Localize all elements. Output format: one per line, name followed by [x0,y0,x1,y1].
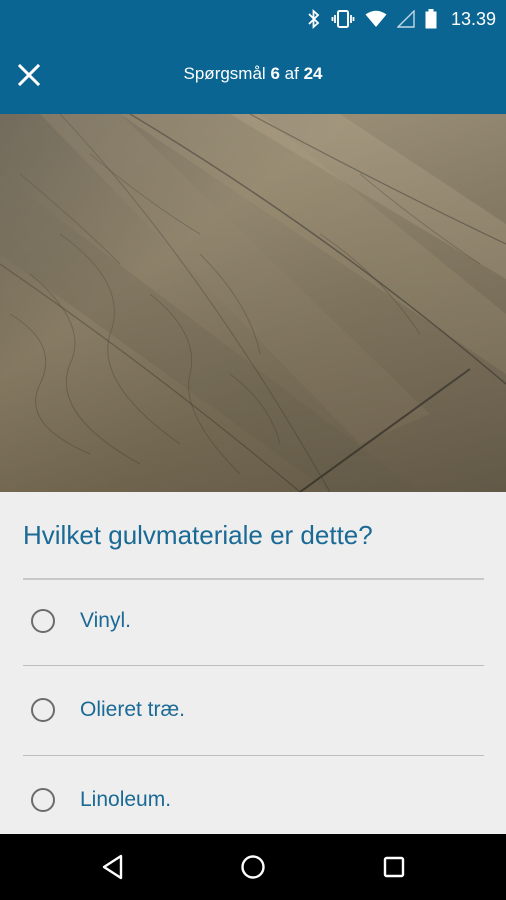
question-image [0,114,506,492]
counter-prefix: Spørgsmål [183,64,266,83]
recents-button[interactable] [379,852,409,882]
counter-total: 24 [303,64,323,83]
wifi-icon [365,10,387,28]
answer-option-3[interactable]: Linoleum. [23,756,484,844]
battery-icon [425,9,437,29]
answer-label: Linoleum. [80,788,172,811]
answer-option-1[interactable]: Vinyl. [23,577,484,665]
answer-label: Olieret træ. [80,698,186,721]
home-icon [238,855,268,886]
question-text: Hvilket gulvmateriale er dette? [23,520,373,550]
back-button[interactable] [99,852,129,882]
question-counter: Spørgsmål 6 af 24 [0,64,506,84]
status-time: 13.39 [450,8,496,29]
wooden-floor-photo [0,114,506,492]
signal-icon [396,10,415,28]
vibrate-icon [331,9,355,29]
answer-option-2[interactable]: Olieret træ. [23,666,484,754]
radio-button[interactable] [31,609,55,633]
status-icons: 13.39 [307,0,496,38]
home-button[interactable] [238,852,268,882]
system-nav-bar [0,834,506,900]
radio-button[interactable] [31,788,55,812]
bluetooth-icon [307,9,321,29]
app-bar: Spørgsmål 6 af 24 [0,38,506,114]
back-icon [99,854,129,886]
counter-of: af [284,64,299,83]
recents-icon [379,856,409,886]
status-bar: 13.39 [0,0,506,38]
radio-button[interactable] [31,698,55,722]
answer-label: Vinyl. [80,609,131,632]
counter-current: 6 [270,64,280,83]
